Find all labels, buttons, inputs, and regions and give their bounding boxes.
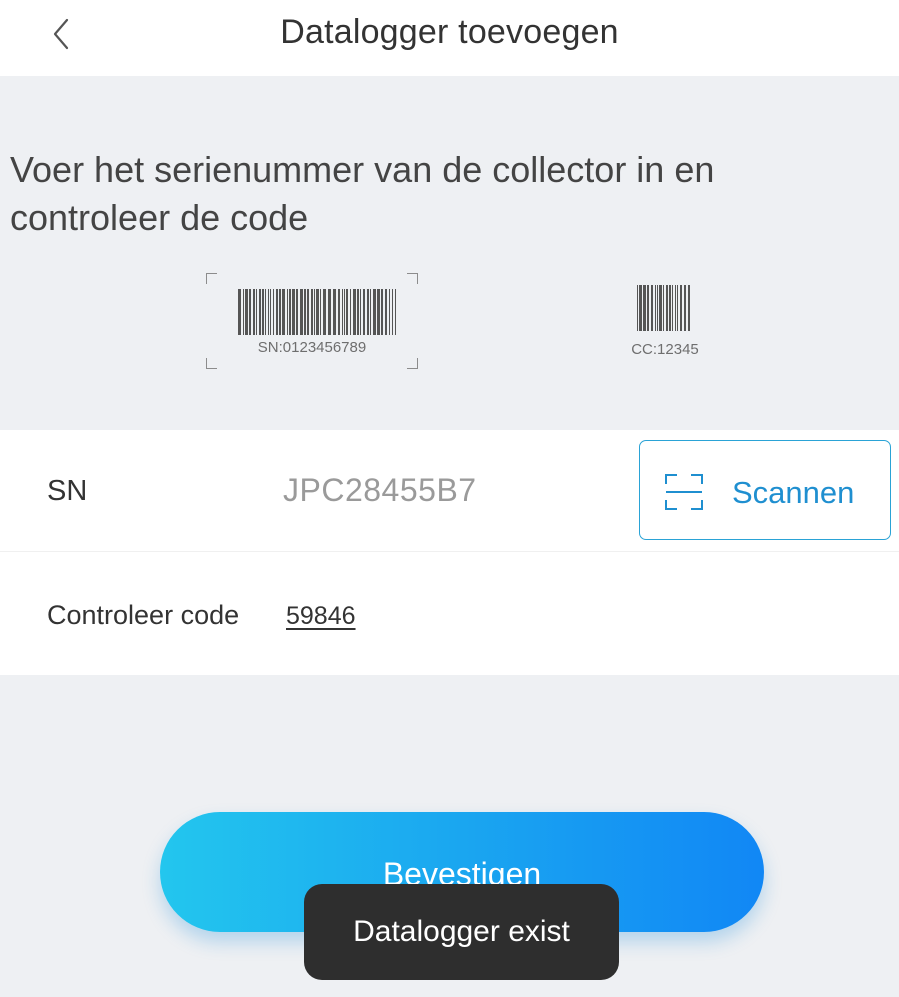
- barcode-stripe: [307, 289, 309, 335]
- barcode-stripe: [659, 285, 662, 331]
- cc-barcode-icon: [637, 285, 690, 331]
- scan-frame-icon: [665, 474, 703, 510]
- barcode-stripe: [344, 289, 345, 335]
- barcode-stripe: [249, 289, 251, 335]
- scan-button[interactable]: Scannen: [639, 440, 891, 540]
- barcode-stripe: [316, 289, 319, 335]
- barcode-stripe: [265, 289, 266, 335]
- barcode-stripe: [357, 289, 359, 335]
- sn-input-row: SN JPC28455B7 Scannen: [0, 430, 899, 552]
- barcode-stripe: [243, 289, 244, 335]
- barcode-stripe: [289, 289, 291, 335]
- barcode-stripe: [637, 285, 638, 331]
- barcode-stripe: [245, 289, 248, 335]
- barcode-stripe: [655, 285, 656, 331]
- page-title: Datalogger toevoegen: [280, 13, 619, 51]
- barcode-stripe: [373, 289, 376, 335]
- barcode-stripe: [663, 285, 664, 331]
- sn-barcode-icon: [238, 289, 396, 335]
- barcode-stripe: [677, 285, 678, 331]
- sn-example-label: SN:0123456789: [257, 339, 367, 356]
- verify-code-row: Controleer code 59846: [0, 552, 899, 675]
- barcode-stripe: [363, 289, 365, 335]
- barcode-stripe: [268, 289, 269, 335]
- barcode-stripe: [279, 289, 281, 335]
- cc-example-label: CC:12345: [631, 341, 699, 358]
- header-bar: Datalogger toevoegen: [0, 0, 899, 76]
- barcode-stripe: [680, 285, 682, 331]
- barcode-stripe: [684, 285, 686, 331]
- barcode-stripe: [657, 285, 658, 331]
- barcode-stripe: [370, 289, 371, 335]
- barcode-stripe: [314, 289, 315, 335]
- barcode-stripe: [688, 285, 690, 331]
- barcode-stripe: [675, 285, 676, 331]
- barcode-stripe: [259, 289, 261, 335]
- sn-input[interactable]: JPC28455B7: [283, 472, 477, 509]
- barcode-stripe: [360, 289, 361, 335]
- barcode-stripe: [282, 289, 285, 335]
- instruction-text: Voer het serienummer van de collector in…: [10, 149, 715, 238]
- barcode-stripe: [238, 289, 241, 335]
- barcode-stripe: [669, 285, 671, 331]
- barcode-stripe: [643, 285, 646, 331]
- sn-barcode-example: SN:0123456789: [206, 273, 418, 369]
- scan-corner-bottom-left: [206, 358, 217, 369]
- barcode-stripe: [381, 289, 383, 335]
- barcode-stripe: [311, 289, 313, 335]
- barcode-stripe: [323, 289, 326, 335]
- instruction-panel: Voer het serienummer van de collector in…: [0, 76, 899, 430]
- verify-code-value[interactable]: 59846: [286, 602, 356, 631]
- scan-button-label: Scannen: [732, 475, 855, 510]
- barcode-stripe: [389, 289, 390, 335]
- verify-code-label: Controleer code: [47, 600, 240, 630]
- scan-corner-bottom-right: [407, 358, 418, 369]
- cc-barcode-example: CC:12345: [610, 285, 720, 365]
- barcode-stripe: [342, 289, 343, 335]
- barcode-stripe: [639, 285, 642, 331]
- barcode-stripe: [300, 289, 303, 335]
- barcode-stripe: [304, 289, 306, 335]
- barcode-stripe: [328, 289, 331, 335]
- barcode-stripe: [292, 289, 295, 335]
- barcode-stripe: [392, 289, 393, 335]
- barcode-stripe: [338, 289, 340, 335]
- barcode-stripe: [333, 289, 336, 335]
- toast-message: Datalogger exist: [304, 884, 619, 980]
- add-datalogger-screen: Datalogger toevoegen Voer het serienumme…: [0, 0, 899, 997]
- barcode-stripe: [270, 289, 271, 335]
- barcode-stripe: [273, 289, 274, 335]
- barcode-stripe: [256, 289, 257, 335]
- barcode-stripe: [666, 285, 668, 331]
- scan-corner-top-left: [206, 273, 217, 284]
- barcode-stripe: [262, 289, 264, 335]
- barcode-stripe: [296, 289, 298, 335]
- scan-corner-top-right: [407, 273, 418, 284]
- barcode-stripe: [253, 289, 255, 335]
- barcode-stripe: [287, 289, 288, 335]
- barcode-stripe: [320, 289, 321, 335]
- barcode-stripe: [377, 289, 380, 335]
- barcode-stripe: [346, 289, 348, 335]
- barcode-stripe: [353, 289, 356, 335]
- barcode-stripe: [647, 285, 649, 331]
- barcode-stripe: [350, 289, 351, 335]
- barcode-stripe: [367, 289, 369, 335]
- sn-field-label: SN: [47, 475, 88, 507]
- toast-text: Datalogger exist: [353, 915, 570, 948]
- barcode-stripe: [276, 289, 278, 335]
- barcode-stripe: [385, 289, 387, 335]
- barcode-stripe: [395, 289, 396, 335]
- barcode-stripe: [672, 285, 673, 331]
- barcode-stripe: [651, 285, 653, 331]
